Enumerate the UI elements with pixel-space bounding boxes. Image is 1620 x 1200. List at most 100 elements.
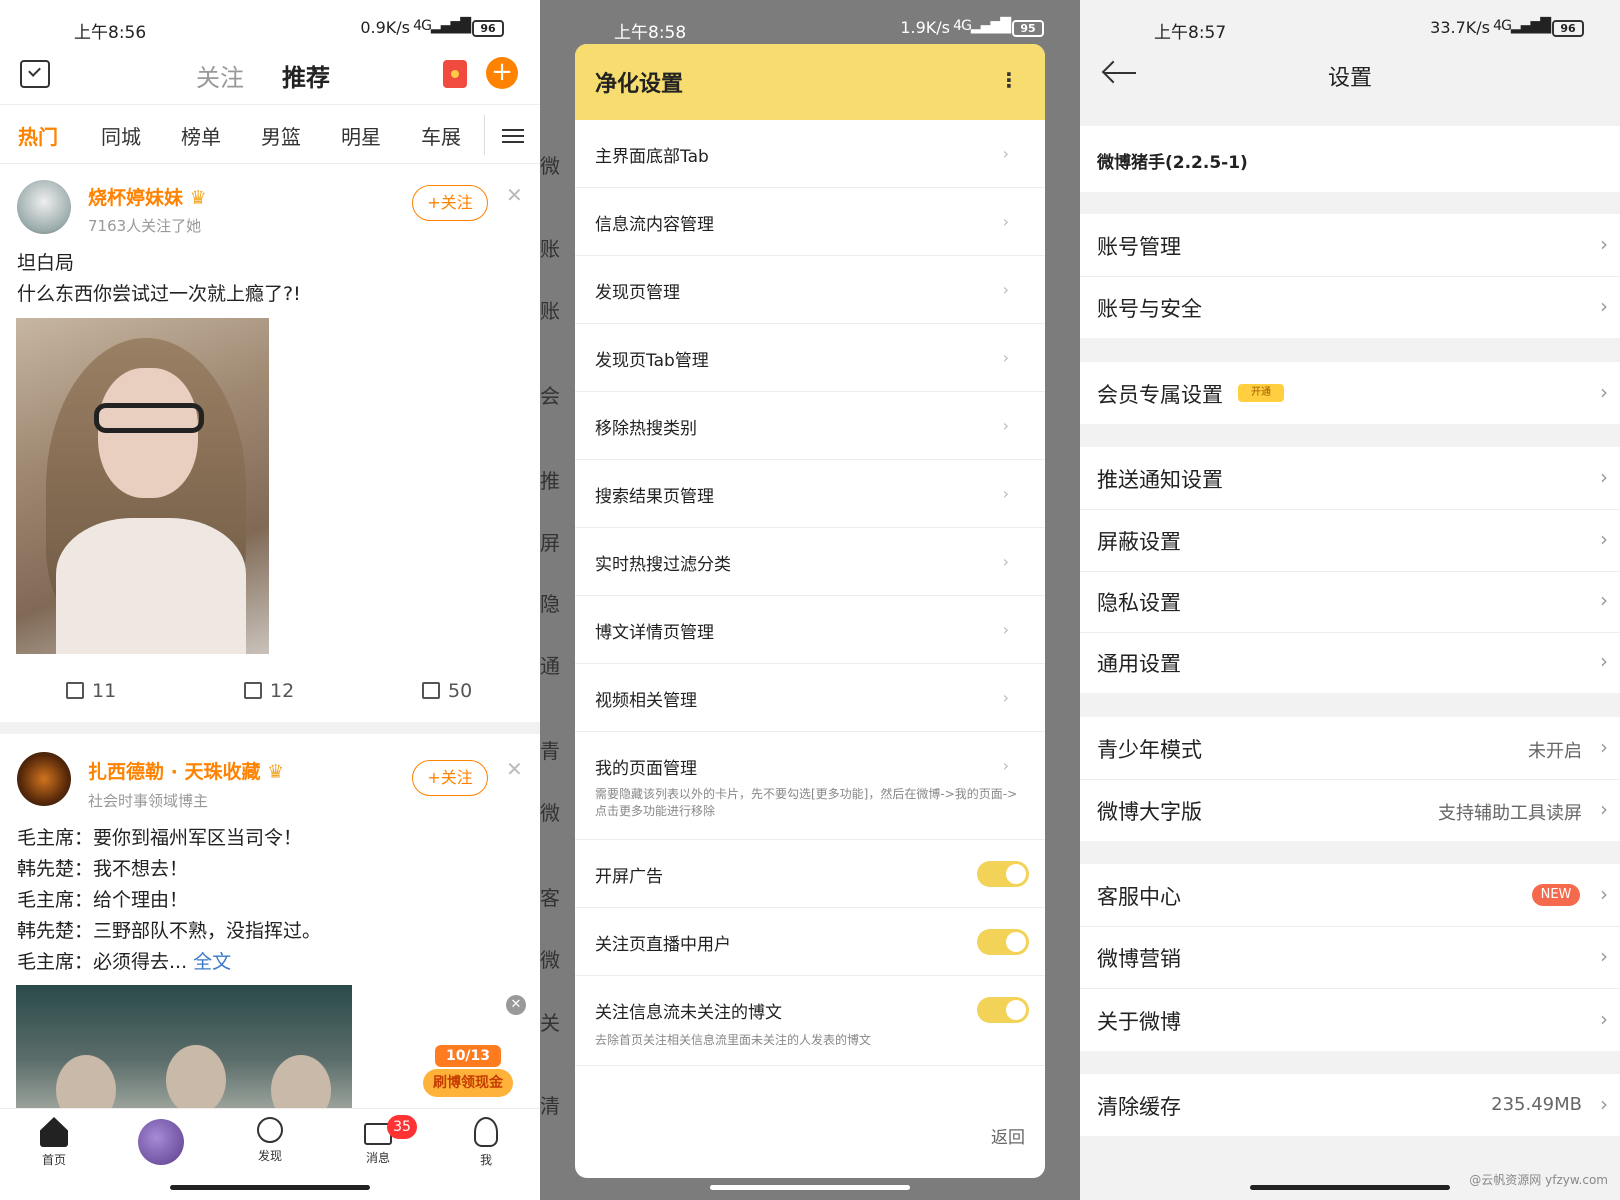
chevron-right-icon: › — [1600, 232, 1608, 256]
settings-item-account[interactable]: 账号管理 › — [1080, 214, 1620, 276]
nav-discover[interactable]: 发现 — [240, 1117, 300, 1164]
chevron-right-icon: › — [1002, 212, 1009, 231]
status-bar: 上午8:57 33.7K/s 4G▂▄▆█ 96 — [1080, 14, 1620, 44]
settings-item-push[interactable]: 推送通知设置 › — [1080, 447, 1620, 509]
status-time: 上午8:57 — [1154, 23, 1227, 43]
checkin-icon[interactable] — [20, 60, 50, 88]
channel-basketball[interactable]: 男篮 — [261, 121, 301, 150]
chevron-right-icon: › — [1600, 1007, 1608, 1031]
settings-item-security[interactable]: 账号与安全 › — [1080, 277, 1620, 338]
toggle-row-splash-ad: 开屏广告 — [575, 840, 1045, 908]
menu-icon[interactable] — [502, 129, 524, 143]
chevron-right-icon: › — [1002, 484, 1009, 503]
battery-icon: 95 — [1012, 20, 1044, 37]
nav-home[interactable]: 首页 — [24, 1117, 84, 1168]
red-packet-icon[interactable] — [443, 60, 467, 88]
post-text: 毛主席：要你到福州军区当司令！ 韩先楚：我不想去！ 毛主席：给个理由！ 韩先楚：… — [17, 827, 322, 973]
close-icon[interactable]: ✕ — [506, 995, 526, 1015]
follow-button[interactable]: +关注 — [412, 185, 488, 221]
like-button[interactable]: 50 — [422, 680, 472, 702]
new-badge: NEW — [1532, 884, 1580, 906]
nav-me[interactable]: 我 — [456, 1117, 516, 1168]
comment-button[interactable]: 12 — [244, 680, 294, 702]
splash-ad-toggle[interactable] — [977, 861, 1029, 887]
background-row: 清 — [540, 1094, 560, 1118]
dialog-item-discover-tab[interactable]: 发现页Tab管理 › — [575, 324, 1045, 392]
settings-item-service[interactable]: 客服中心 NEW › — [1080, 864, 1620, 926]
settings-item-privacy[interactable]: 隐私设置 › — [1080, 572, 1620, 632]
home-indicator — [1250, 1185, 1450, 1190]
status-speed: 33.7K/s — [1430, 18, 1490, 37]
chevron-right-icon: › — [1002, 144, 1009, 163]
dialog-item-hot-search[interactable]: 移除热搜类别 › — [575, 392, 1045, 460]
channel-local[interactable]: 同城 — [101, 121, 141, 150]
toggle-row-unfollowed-posts: 关注信息流未关注的博文 去除首页关注相关信息流里面未关注的人发表的博文 — [575, 976, 1045, 1066]
status-bar: 上午8:56 0.9K/s 4G▂▄▆█ 96 — [0, 14, 540, 44]
background-row: 关 — [540, 1011, 560, 1035]
post-author[interactable]: 烧杯婷妹妹 ♛ — [88, 183, 207, 210]
post-image[interactable] — [16, 318, 269, 654]
dialog-item-discover[interactable]: 发现页管理 › — [575, 256, 1045, 324]
battery-icon: 96 — [472, 20, 504, 37]
chevron-right-icon: › — [1600, 882, 1608, 906]
settings-item-clear-cache[interactable]: 清除缓存 235.49MB › — [1080, 1074, 1620, 1136]
dialog-item-search-results[interactable]: 搜索结果页管理 › — [575, 460, 1045, 528]
battery-icon: 96 — [1552, 20, 1584, 37]
chevron-right-icon: › — [1600, 944, 1608, 968]
avatar[interactable] — [138, 1119, 184, 1165]
channel-stars[interactable]: 明星 — [341, 121, 381, 150]
unfollowed-posts-toggle[interactable] — [977, 997, 1029, 1023]
compose-button[interactable]: + — [486, 57, 518, 89]
repost-button[interactable]: 11 — [66, 680, 116, 702]
thumbs-up-icon — [422, 682, 440, 699]
chevron-right-icon: › — [1002, 620, 1009, 639]
settings-item-about[interactable]: 关于微博 › — [1080, 989, 1620, 1051]
chevron-right-icon: › — [1600, 1092, 1608, 1116]
settings-item-block[interactable]: 屏蔽设置 › — [1080, 510, 1620, 571]
background-row: 通 — [540, 654, 560, 678]
settings-header: 设置 — [1080, 48, 1620, 104]
channel-rank[interactable]: 榜单 — [181, 121, 221, 150]
settings-item-marketing[interactable]: 微博营销 › — [1080, 927, 1620, 988]
live-users-toggle[interactable] — [977, 929, 1029, 955]
tab-following[interactable]: 关注 — [196, 58, 244, 93]
dialog-item-realtime-filter[interactable]: 实时热搜过滤分类 › — [575, 528, 1045, 596]
read-more-link[interactable]: 全文 — [193, 951, 231, 973]
cash-reward-badge[interactable]: 10/13 刷博领现金 — [423, 1045, 513, 1099]
chevron-right-icon: › — [1600, 588, 1608, 612]
dialog-title: 净化设置 — [595, 72, 684, 97]
avatar[interactable] — [17, 752, 71, 806]
post-author[interactable]: 扎西德勒 · 天珠收藏 ♛ — [88, 757, 284, 784]
dialog-item-my-page[interactable]: 我的页面管理 › 需要隐藏该列表以外的卡片，先不要勾选[更多功能]，然后在微博->我… — [575, 732, 1045, 840]
background-row: 屏 — [540, 531, 560, 555]
settings-item-big-font[interactable]: 微博大字版 支持辅助工具读屏 › — [1080, 780, 1620, 841]
settings-item-vip[interactable]: 会员专属设置 开通 › — [1080, 362, 1620, 424]
back-button[interactable]: 返回 — [991, 1123, 1025, 1148]
background-row: 推 — [540, 469, 560, 493]
tab-recommend[interactable]: 推荐 — [282, 58, 330, 93]
home-icon — [40, 1117, 68, 1147]
status-bar: 上午8:58 1.9K/s 4G▂▄▆█ 95 — [540, 14, 1080, 44]
follow-button[interactable]: +关注 — [412, 760, 488, 796]
comment-icon — [244, 682, 262, 699]
settings-item-general[interactable]: 通用设置 › — [1080, 633, 1620, 693]
close-icon[interactable]: ✕ — [506, 183, 523, 207]
avatar[interactable] — [17, 180, 71, 234]
chevron-right-icon: › — [1002, 688, 1009, 707]
watermark: @云帆资源网 yfzyw.com — [1469, 1173, 1608, 1187]
plugin-version-row[interactable]: 微博猪手(2.2.5-1) — [1080, 126, 1620, 192]
settings-item-teen-mode[interactable]: 青少年模式 未开启 › — [1080, 717, 1620, 779]
dialog-item-bottom-tab[interactable]: 主界面底部Tab › — [575, 120, 1045, 188]
channel-hot[interactable]: 热门 — [18, 121, 58, 150]
dialog-item-video[interactable]: 视频相关管理 › — [575, 664, 1045, 732]
close-icon[interactable]: ✕ — [506, 757, 523, 781]
dialog-item-post-detail[interactable]: 博文详情页管理 › — [575, 596, 1045, 664]
post-image[interactable] — [16, 985, 352, 1110]
dialog-item-feed[interactable]: 信息流内容管理 › — [575, 188, 1045, 256]
toggle-row-live-users: 关注页直播中用户 — [575, 908, 1045, 976]
background-row: 微 — [540, 154, 560, 178]
vip-open-badge: 开通 — [1238, 384, 1284, 402]
channel-autoshow[interactable]: 车展 — [421, 121, 461, 150]
more-vertical-icon[interactable]: ⋮ — [999, 68, 1019, 92]
bottom-nav: 首页 发现 消息 35 我 — [0, 1108, 540, 1200]
